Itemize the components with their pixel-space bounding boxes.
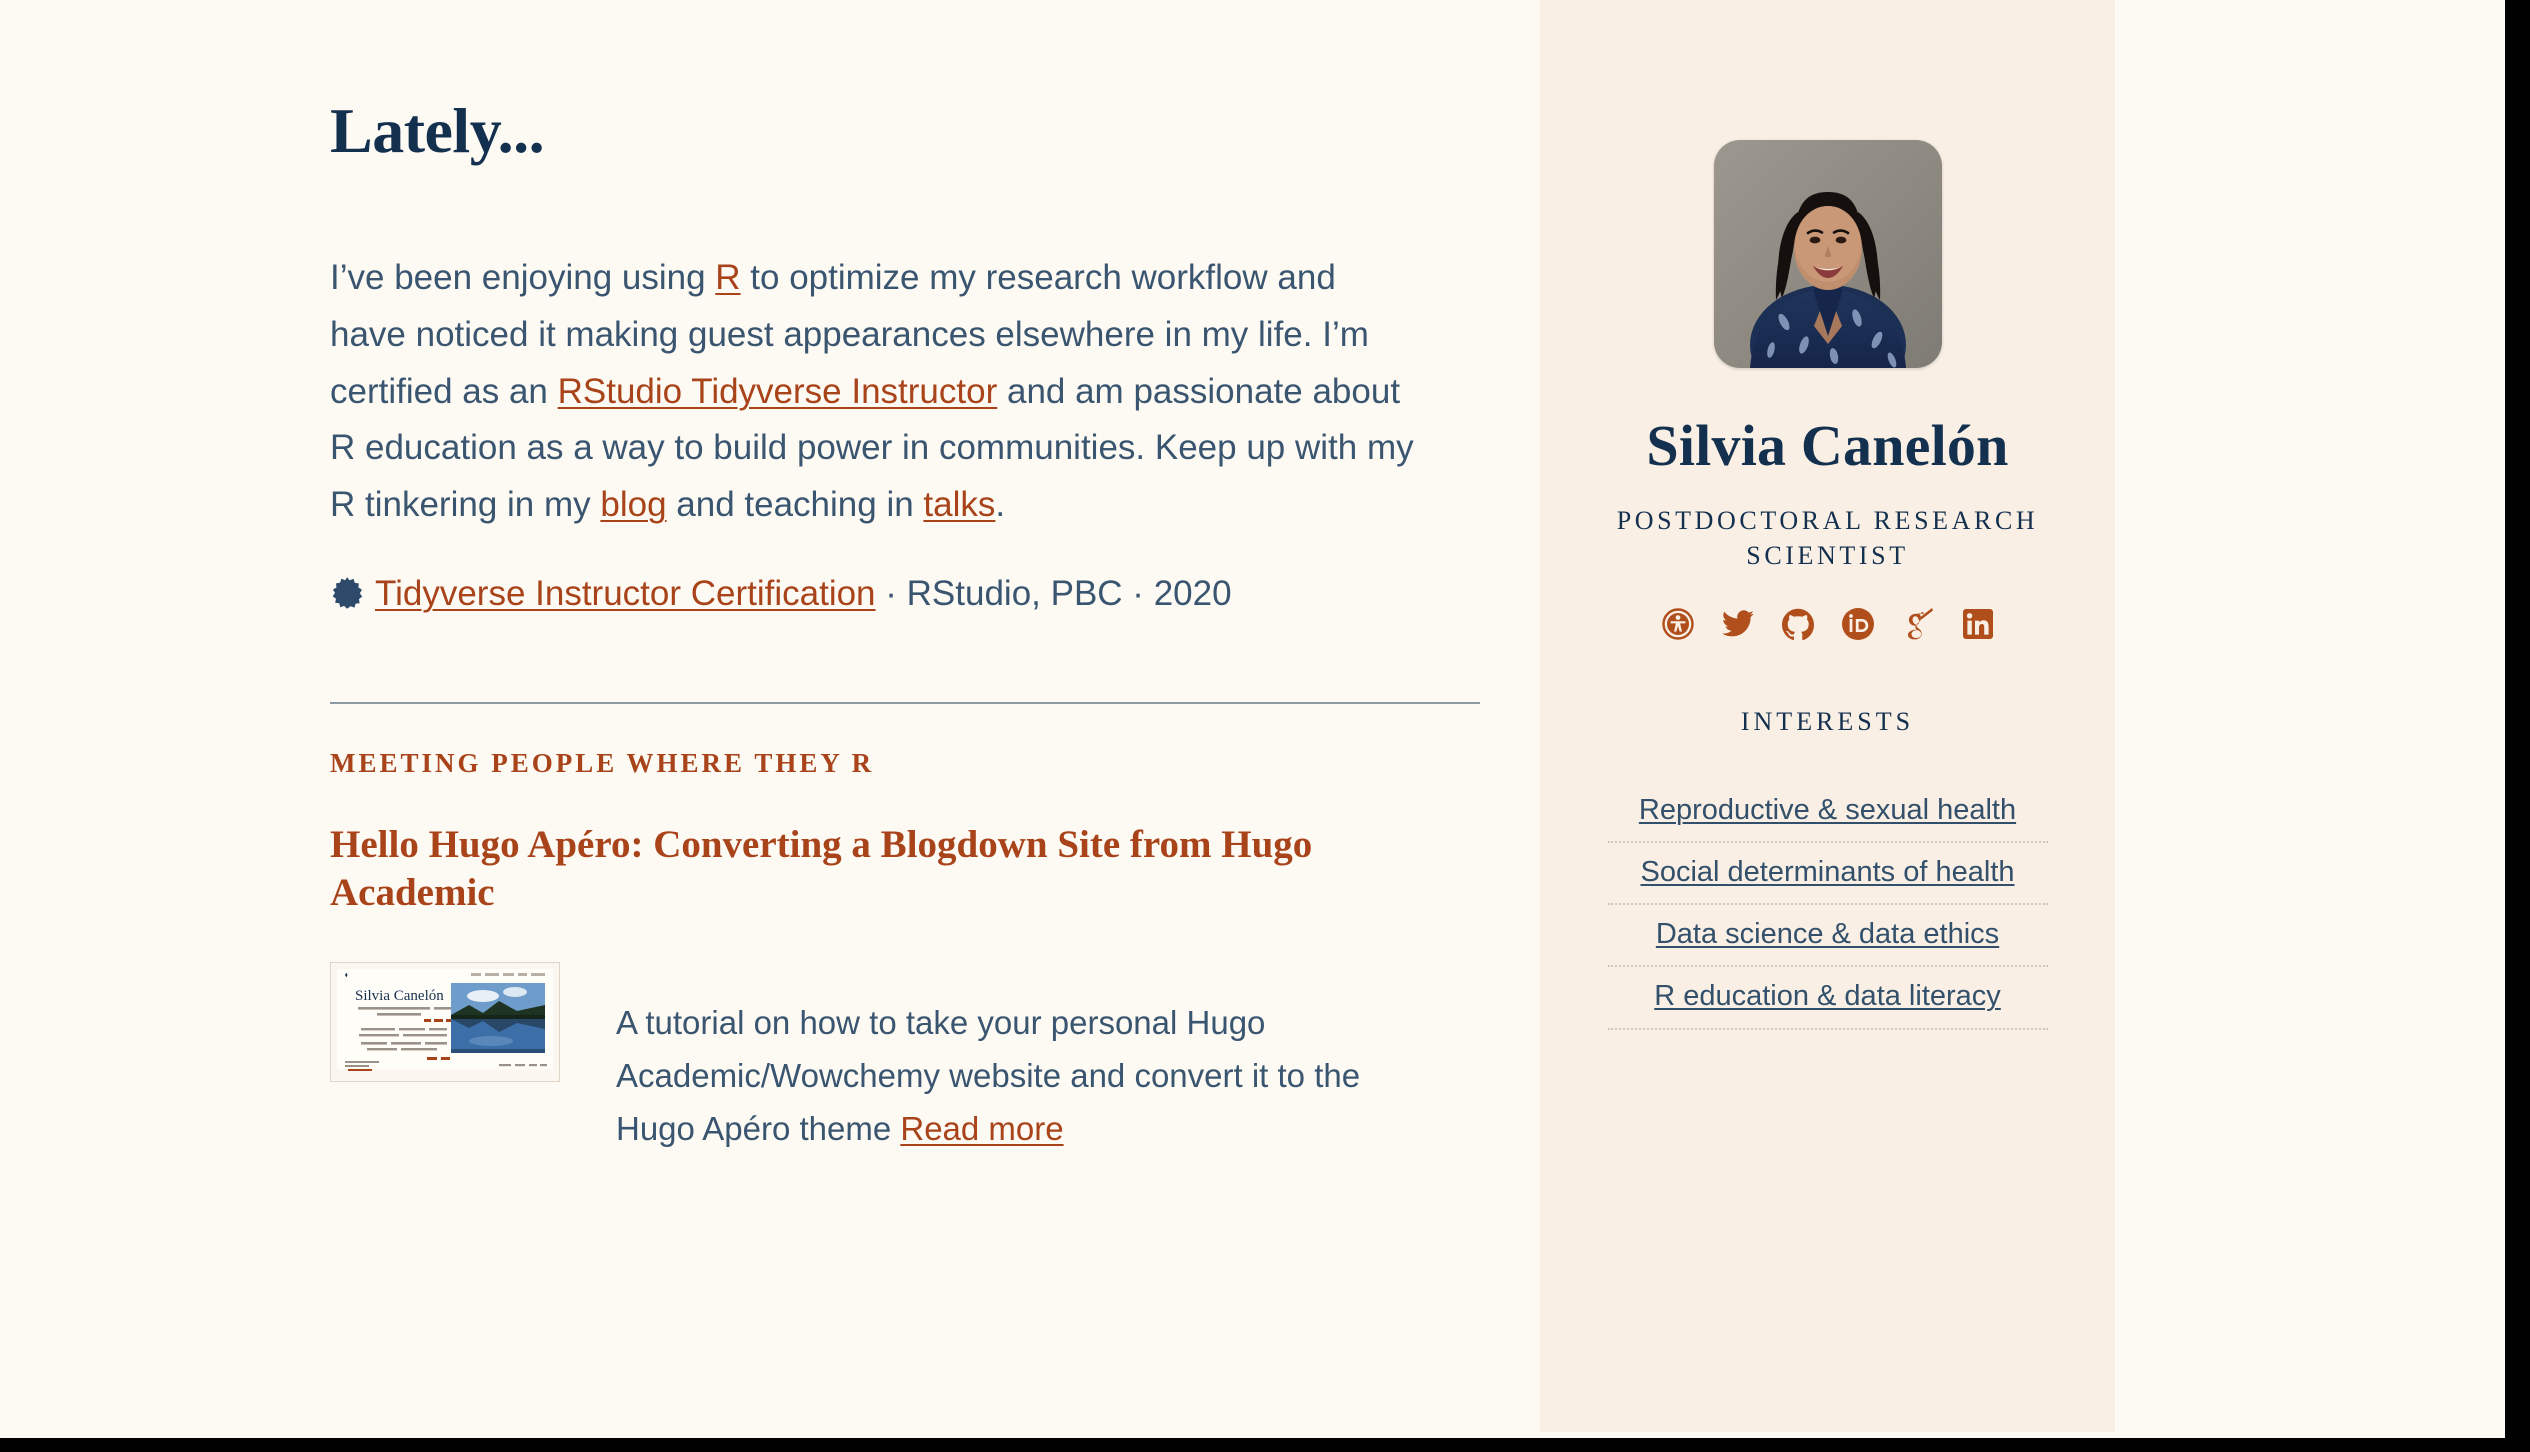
certification-issuer: RStudio, PBC: [906, 573, 1123, 613]
orcid-icon[interactable]: [1841, 607, 1875, 641]
bio-text-4: and teaching in: [666, 485, 924, 525]
github-icon[interactable]: [1781, 607, 1815, 641]
link-talks[interactable]: talks: [923, 485, 995, 524]
linkedin-icon[interactable]: [1961, 607, 1995, 641]
certification-year: 2020: [1153, 573, 1232, 613]
google-scholar-icon[interactable]: [1901, 607, 1935, 641]
list-item: Social determinants of health: [1607, 843, 2048, 906]
post-thumbnail[interactable]: Silvia Canelón: [330, 962, 560, 1083]
post-category-label: Meeting People Where They R: [330, 747, 875, 778]
post-title-link[interactable]: Hello Hugo Apéro: Converting a Blogdown …: [330, 823, 1312, 915]
certification-line: Tidyverse Instructor Certification · RSt…: [330, 566, 1420, 628]
bio-text-1: I’ve been enjoying using: [330, 258, 716, 298]
certification-separator-2: ·: [1122, 573, 1154, 613]
section-divider: [330, 701, 1480, 704]
page-canvas: Lately... I’ve been enjoying using R to …: [0, 0, 2505, 1438]
list-item: Reproductive & sexual health: [1607, 781, 2048, 844]
avatar: [1713, 140, 1942, 368]
page-title: Lately...: [330, 95, 545, 166]
profile-name: Silvia Canelón: [1646, 413, 2009, 478]
certification-separator-1: ·: [875, 573, 907, 613]
main-content: Lately... I’ve been enjoying using R to …: [0, 0, 1540, 1438]
list-item: R education & data literacy: [1607, 967, 2048, 1030]
profile-role: Postdoctoral Research Scientist: [1616, 505, 2039, 570]
interest-link-0[interactable]: Reproductive & sexual health: [1608, 781, 2048, 841]
interests-heading: Interests: [1740, 707, 1915, 737]
post-thumbnail-image: Silvia Canelón: [331, 963, 559, 1082]
profile-sidebar: Silvia Canelón Postdoctoral Research Sci…: [1540, 0, 2115, 1432]
twitter-icon[interactable]: [1721, 607, 1755, 641]
interest-link-1[interactable]: Social determinants of health: [1608, 843, 2048, 903]
bio-paragraph: I’ve been enjoying using R to optimize m…: [330, 250, 1420, 533]
link-r[interactable]: R: [715, 258, 740, 297]
interest-link-3[interactable]: R education & data literacy: [1608, 967, 2048, 1027]
interests-list: Reproductive & sexual health Social dete…: [1607, 781, 2048, 1030]
link-tidyverse-instructor-certification[interactable]: Tidyverse Instructor Certification: [375, 574, 876, 613]
svg-text:Silvia Canelón: Silvia Canelón: [355, 988, 444, 1004]
read-more-link[interactable]: Read more: [900, 1110, 1063, 1147]
bio-text-5: .: [995, 485, 1006, 525]
accessibility-icon[interactable]: [1661, 607, 1695, 641]
list-item: Data science & data ethics: [1607, 905, 2048, 968]
post-body: Silvia Canelón A tutorial on how to take…: [330, 962, 1420, 1188]
link-blog[interactable]: blog: [600, 485, 666, 524]
interest-link-2[interactable]: Data science & data ethics: [1608, 905, 2048, 965]
social-links: [1540, 607, 2115, 641]
link-rstudio-tidyverse-instructor[interactable]: RStudio Tidyverse Instructor: [558, 372, 998, 411]
avatar-image: [1713, 140, 1942, 368]
post-summary: A tutorial on how to take your personal …: [616, 995, 1420, 1155]
post-title[interactable]: Hello Hugo Apéro: Converting a Blogdown …: [330, 821, 1420, 919]
certificate-seal-icon: [330, 571, 364, 628]
